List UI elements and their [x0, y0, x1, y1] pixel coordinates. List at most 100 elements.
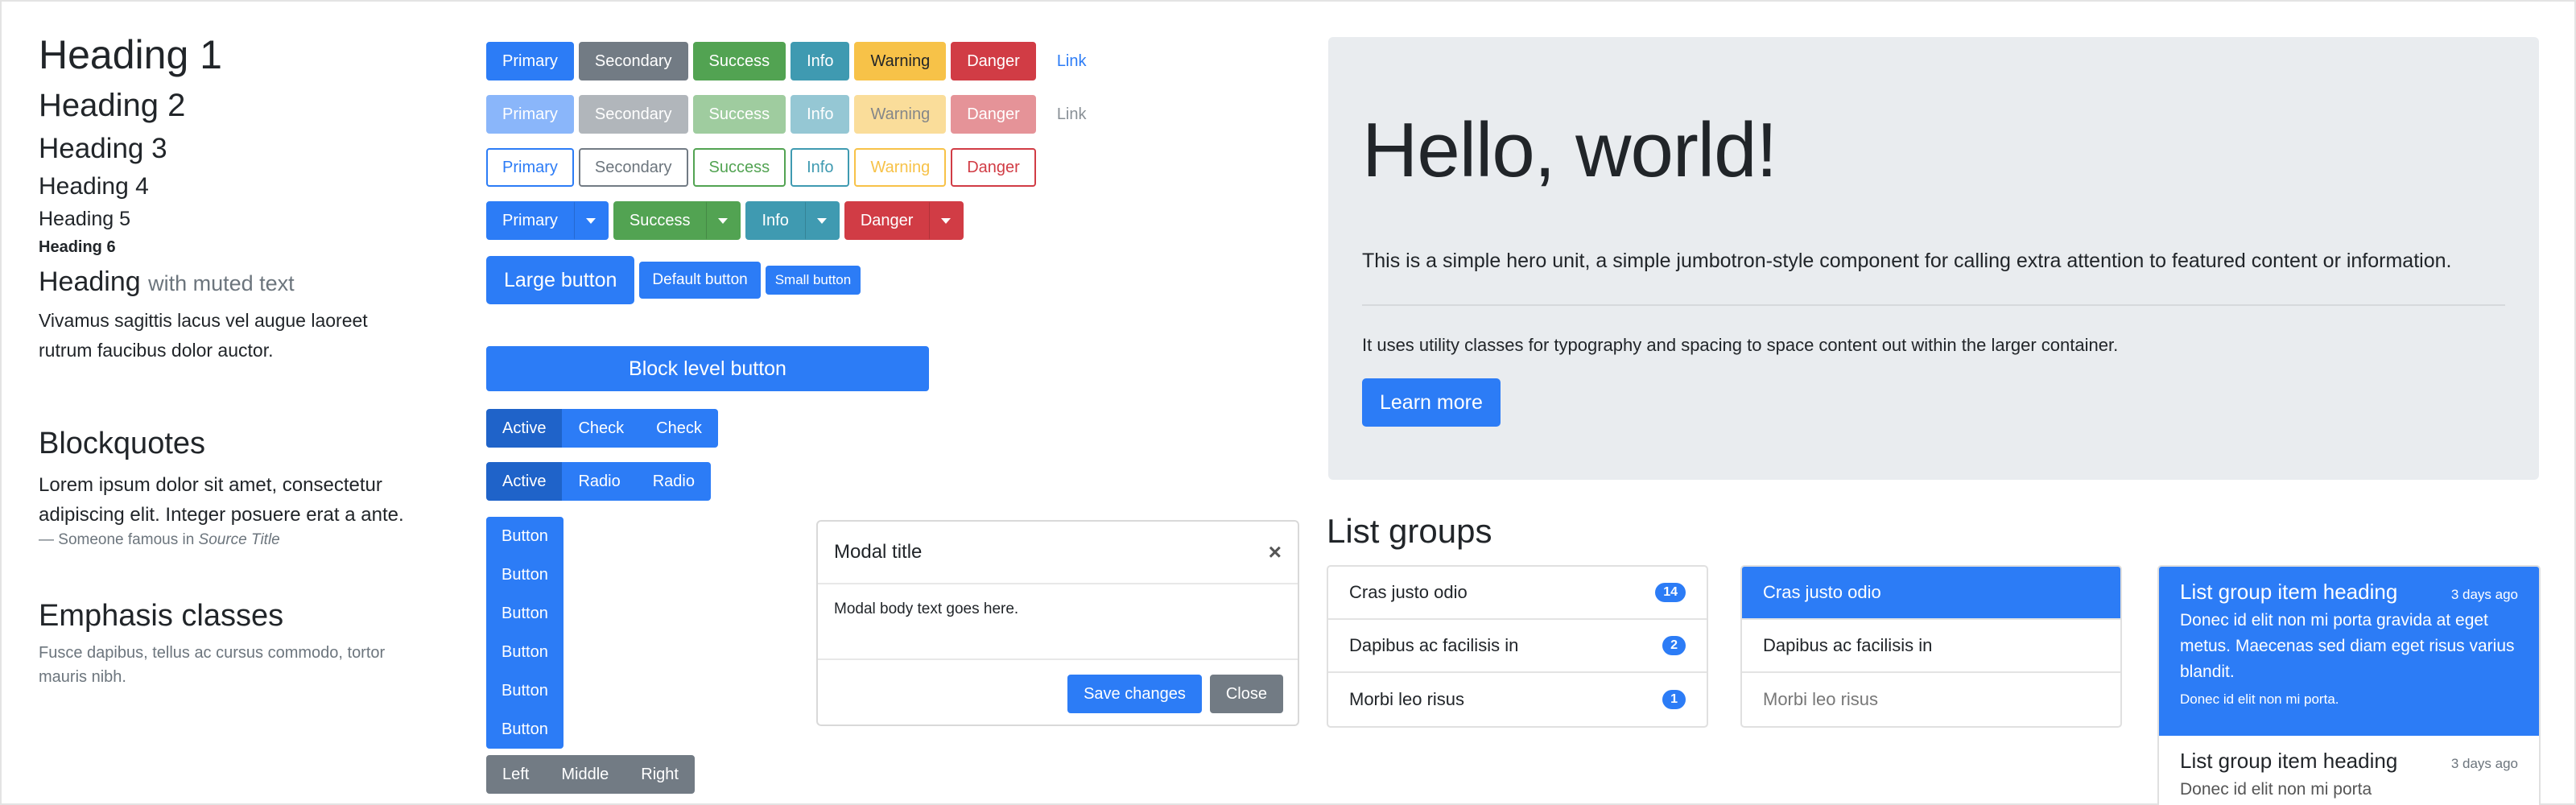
emphasis-title: Emphasis classes	[39, 599, 284, 633]
radio-button[interactable]: Radio	[562, 462, 637, 501]
list-item-label: Morbi leo risus	[1349, 689, 1465, 709]
blockquote-text: Lorem ipsum dolor sit amet, consectetur …	[39, 474, 404, 526]
modal-footer: Save changes Close	[818, 660, 1298, 728]
info-outline-button[interactable]: Info	[791, 148, 850, 187]
outline-buttons-row: Primary Secondary Success Info Warning D…	[486, 148, 1036, 187]
success-dropdown-toggle[interactable]	[706, 201, 741, 240]
left-button[interactable]: Left	[486, 755, 546, 794]
emphasis-muted-text: Fusce dapibus, tellus ac cursus commodo,…	[39, 644, 386, 686]
list-item-label: Cras justo odio	[1349, 582, 1468, 602]
danger-split-main[interactable]: Danger	[844, 201, 930, 240]
info-button-disabled: Info	[791, 95, 850, 134]
list-item-active[interactable]: Cras justo odio	[1742, 567, 2120, 620]
primary-button-disabled: Primary	[486, 95, 574, 134]
blockquote-source-title: Source Title	[198, 531, 280, 548]
large-button[interactable]: Large button	[486, 256, 635, 304]
default-button[interactable]: Default button	[639, 262, 761, 299]
heading-muted-small: with muted text	[148, 271, 295, 295]
horizontal-button-group: Left Middle Right	[486, 755, 695, 794]
caret-down-icon	[816, 218, 827, 225]
danger-button[interactable]: Danger	[951, 42, 1036, 80]
jumbotron-lead: This is a simple hero unit, a simple jum…	[1362, 250, 2452, 272]
list-item-active[interactable]: List group item heading 3 days ago Donec…	[2159, 567, 2539, 736]
split-buttons-row: Primary Success Info Danger	[486, 201, 964, 240]
block-level-button[interactable]: Block level button	[486, 346, 929, 391]
checkbox-button[interactable]: Check	[562, 409, 641, 448]
list-item-heading: List group item heading	[2180, 580, 2398, 604]
warning-outline-button[interactable]: Warning	[854, 148, 947, 187]
heading-muted-main: Heading	[39, 266, 141, 297]
secondary-button[interactable]: Secondary	[578, 42, 688, 80]
info-split-main[interactable]: Info	[745, 201, 805, 240]
danger-dropdown-toggle[interactable]	[929, 201, 964, 240]
solid-buttons-row: Primary Secondary Success Info Warning D…	[486, 42, 1103, 80]
list-groups-title: List groups	[1327, 512, 1492, 550]
small-button[interactable]: Small button	[765, 266, 861, 295]
heading-with-muted-text: Heading with muted text	[39, 261, 409, 304]
list-item-small: Donec id elit non mi porta.	[2180, 691, 2339, 707]
heading-4: Heading 4	[39, 173, 149, 200]
middle-button[interactable]: Middle	[545, 755, 625, 794]
jumbotron-divider	[1362, 304, 2505, 306]
success-outline-button[interactable]: Success	[692, 148, 786, 187]
caret-down-icon	[585, 218, 596, 225]
success-button[interactable]: Success	[692, 42, 786, 80]
danger-outline-button[interactable]: Danger	[951, 148, 1036, 187]
radio-button[interactable]: Radio	[636, 462, 711, 501]
list-group-custom-content: List group item heading 3 days ago Donec…	[2157, 565, 2541, 805]
modal-body: Modal body text goes here.	[818, 584, 1298, 660]
info-button[interactable]: Info	[791, 42, 850, 80]
success-button-disabled: Success	[692, 95, 786, 134]
success-split-main[interactable]: Success	[613, 201, 707, 240]
blockquote-footer-prefix: — Someone famous in	[39, 531, 199, 548]
save-changes-button[interactable]: Save changes	[1067, 675, 1202, 713]
list-item[interactable]: Cras justo odio 14	[1328, 567, 1707, 620]
primary-split-main[interactable]: Primary	[486, 201, 574, 240]
list-item[interactable]: Dapibus ac facilisis in	[1742, 620, 2120, 673]
list-item-text: Donec id elit non mi porta	[2180, 780, 2372, 799]
primary-outline-button[interactable]: Primary	[486, 148, 574, 187]
list-item-time: 3 days ago	[2450, 756, 2518, 771]
badge-pill: 14	[1655, 583, 1686, 602]
list-group-states: Cras justo odio Dapibus ac facilisis in …	[1740, 565, 2122, 728]
vertical-group-button[interactable]: Button	[486, 633, 564, 671]
lead-paragraph: Vivamus sagittis lacus vel augue laoreet…	[39, 310, 368, 361]
list-item[interactable]: List group item heading 3 days ago Donec…	[2159, 736, 2539, 805]
heading-2: Heading 2	[39, 88, 186, 123]
modal-dialog: Modal title × Modal body text goes here.…	[816, 520, 1299, 726]
vertical-group-button[interactable]: Button	[486, 671, 564, 710]
primary-dropdown-toggle[interactable]	[573, 201, 609, 240]
warning-button[interactable]: Warning	[854, 42, 947, 80]
jumbotron: Hello, world! This is a simple hero unit…	[1328, 37, 2539, 480]
modal-title: Modal title	[834, 541, 923, 563]
list-item-label: Dapibus ac facilisis in	[1349, 635, 1519, 655]
secondary-button-disabled: Secondary	[578, 95, 688, 134]
heading-3: Heading 3	[39, 133, 167, 164]
list-item-header: List group item heading 3 days ago	[2180, 580, 2518, 605]
jumbotron-title: Hello, world!	[1362, 107, 1777, 193]
close-button[interactable]: Close	[1209, 675, 1283, 713]
blockquotes-title: Blockquotes	[39, 427, 206, 460]
jumbotron-text: It uses utility classes for typography a…	[1362, 335, 2119, 355]
list-item-time: 3 days ago	[2450, 587, 2518, 602]
vertical-group-button[interactable]: Button	[486, 710, 564, 749]
learn-more-button[interactable]: Learn more	[1362, 378, 1501, 427]
link-button[interactable]: Link	[1041, 42, 1103, 80]
info-dropdown-toggle[interactable]	[804, 201, 840, 240]
badge-pill: 2	[1662, 636, 1686, 655]
vertical-group-button[interactable]: Button	[486, 555, 564, 594]
vertical-group-button[interactable]: Button	[486, 594, 564, 633]
radio-button-active[interactable]: Active	[486, 462, 563, 501]
right-button[interactable]: Right	[625, 755, 695, 794]
secondary-outline-button[interactable]: Secondary	[578, 148, 688, 187]
primary-button[interactable]: Primary	[486, 42, 574, 80]
list-item[interactable]: Dapibus ac facilisis in 2	[1328, 620, 1707, 673]
checkbox-button[interactable]: Check	[640, 409, 718, 448]
list-item-text: Donec id elit non mi porta gravida at eg…	[2180, 611, 2515, 681]
vertical-group-button[interactable]: Button	[486, 517, 564, 555]
split-button-danger: Danger	[844, 201, 964, 240]
list-item[interactable]: Morbi leo risus 1	[1328, 673, 1707, 726]
checkbox-button-active[interactable]: Active	[486, 409, 563, 448]
typography-column: Heading 1 Heading 2 Heading 3 Heading 4 …	[39, 27, 409, 689]
close-icon[interactable]: ×	[1269, 539, 1282, 565]
